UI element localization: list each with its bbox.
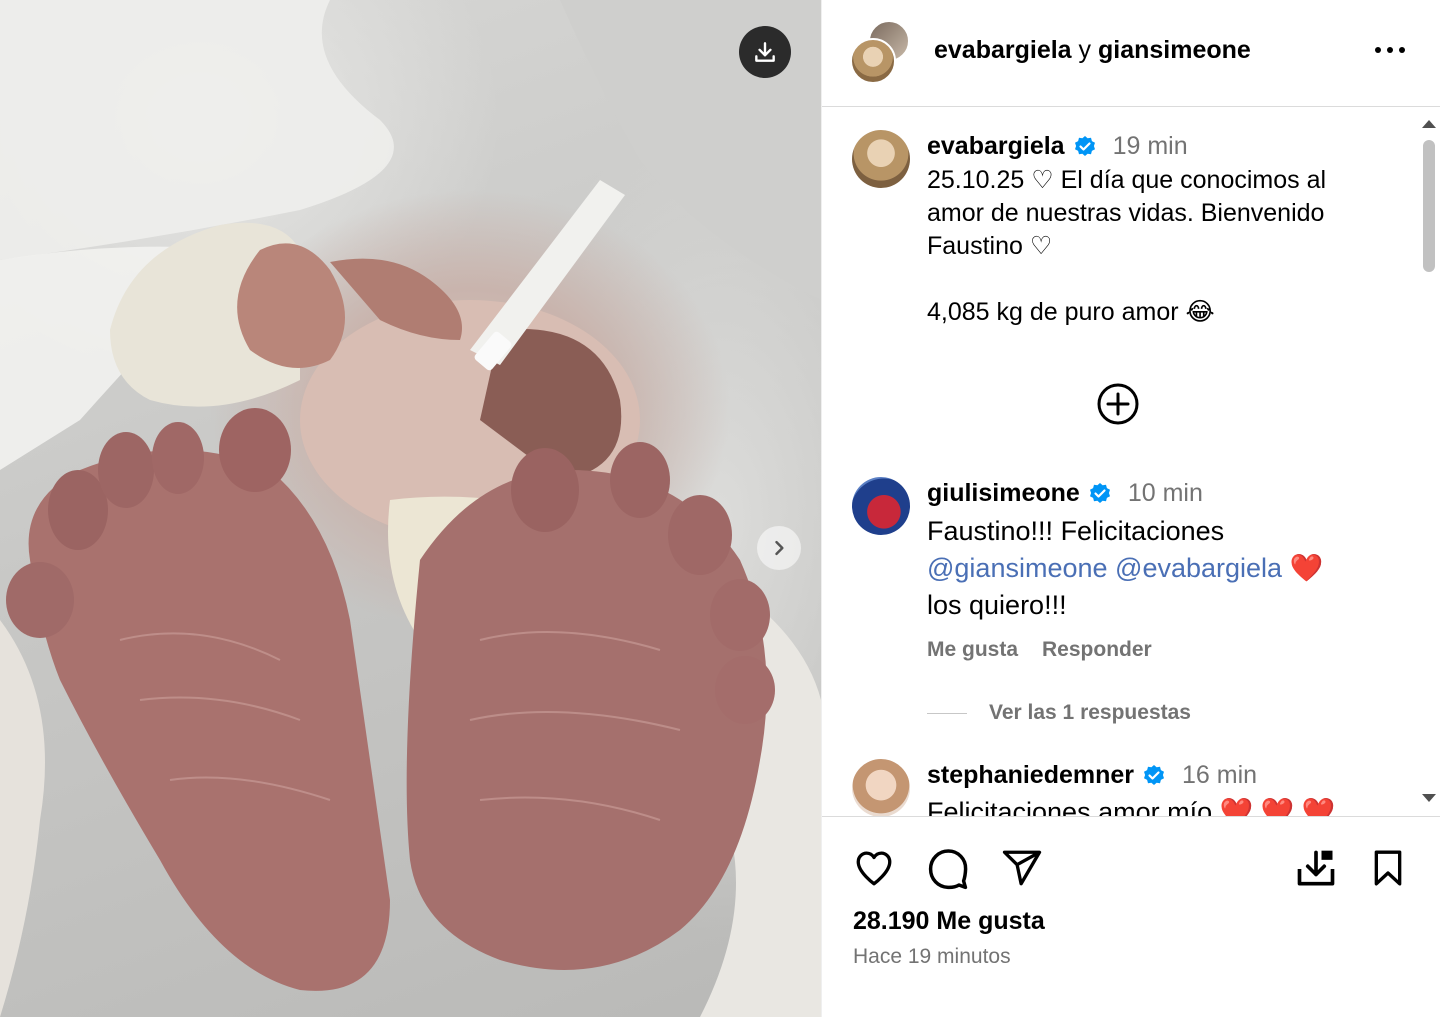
- bookmark-icon[interactable]: [1368, 847, 1408, 889]
- comments-scrollbar[interactable]: [1417, 108, 1440, 816]
- view-replies-label: Ver las 1 respuestas: [989, 701, 1191, 724]
- caption-line: Faustino ♡: [927, 232, 1053, 260]
- baby-feet-image: [0, 0, 821, 1017]
- comment-time: 10 min: [1127, 479, 1203, 507]
- comment-line: @giansimeone @evabargiela ❤️: [927, 550, 1323, 587]
- reply-button[interactable]: Responder: [1042, 638, 1152, 662]
- mention-link[interactable]: @giansimeone: [927, 553, 1108, 583]
- verified-icon: [1144, 764, 1165, 785]
- post-timestamp: Hace 19 minutos: [853, 945, 1011, 968]
- comments-list[interactable]: evabargiela 19 min 25.10.25 ♡ El día que…: [822, 108, 1417, 816]
- heart-icon[interactable]: [852, 847, 896, 889]
- comment-line: Felicitaciones amor mío ❤️ ❤️ ❤️: [927, 797, 1336, 816]
- username-evabargiela[interactable]: evabargiela: [934, 36, 1072, 64]
- comment-text: Felicitaciones amor mío ❤️ ❤️ ❤️: [927, 796, 1335, 816]
- avatar-evabargiela[interactable]: [850, 38, 896, 84]
- caption-author: evabargiela 19 min: [927, 132, 1188, 161]
- caption-line: 25.10.25 ♡ El día que conocimos al: [927, 166, 1327, 194]
- post-header: evabargiela y giansimeone: [822, 0, 1440, 107]
- view-replies-button[interactable]: Ver las 1 respuestas: [927, 701, 1191, 725]
- caption-line: amor de nuestras vidas. Bienvenido: [927, 199, 1325, 227]
- verified-icon: [1089, 482, 1110, 503]
- like-comment-button[interactable]: Me gusta: [927, 638, 1018, 662]
- comment-icon[interactable]: [926, 847, 970, 891]
- comment-time: 16 min: [1182, 761, 1258, 789]
- comment-username[interactable]: giulisimeone: [927, 479, 1080, 508]
- comment-text: Faustino!!! Felicitaciones @giansimeone …: [927, 513, 1323, 624]
- post-details-panel: evabargiela y giansimeone evabargiela 19…: [821, 0, 1440, 1017]
- avatar[interactable]: [852, 477, 910, 535]
- verified-icon: [1074, 135, 1095, 156]
- scrollbar-thumb[interactable]: [1423, 140, 1435, 272]
- more-options-icon: [1375, 47, 1405, 53]
- collab-avatars[interactable]: [850, 20, 914, 84]
- download-icon: [755, 42, 775, 62]
- caption-line: [927, 263, 1326, 296]
- avatar[interactable]: [852, 130, 910, 188]
- more-options-button[interactable]: [1370, 30, 1410, 70]
- comment-line: Faustino!!! Felicitaciones: [927, 516, 1225, 546]
- download-button[interactable]: [739, 26, 791, 78]
- collab-usernames: evabargiela y giansimeone: [934, 36, 1251, 65]
- next-photo-button[interactable]: [757, 526, 801, 570]
- post-actions-footer: 28.190 Me gusta Hace 19 minutos: [822, 816, 1440, 1017]
- comment-line: los quiero!!!: [927, 590, 1067, 620]
- add-circle-icon[interactable]: [1096, 382, 1140, 426]
- like-count[interactable]: 28.190 Me gusta: [853, 907, 1045, 936]
- mention-link[interactable]: @evabargiela: [1115, 553, 1282, 583]
- comment-actions: Me gusta Responder: [927, 638, 1152, 662]
- post-photo[interactable]: [0, 0, 821, 1017]
- scroll-down-arrow-icon[interactable]: [1420, 792, 1438, 804]
- caption-text: 25.10.25 ♡ El día que conocimos al amor …: [927, 164, 1326, 329]
- caption-username[interactable]: evabargiela: [927, 132, 1065, 161]
- replies-divider: [927, 712, 967, 714]
- caption-line: 4,085 kg de puro amor 😂: [927, 298, 1215, 326]
- connector-text: y: [1078, 36, 1092, 64]
- chevron-right-icon: [775, 540, 784, 556]
- save-download-icon[interactable]: [1294, 847, 1338, 891]
- comment-author: stephaniedemner 16 min: [927, 761, 1257, 790]
- comment-author: giulisimeone 10 min: [927, 479, 1203, 508]
- caption-time: 19 min: [1112, 132, 1188, 160]
- avatar[interactable]: [852, 759, 910, 816]
- username-giansimeone[interactable]: giansimeone: [1098, 36, 1251, 64]
- comment-username[interactable]: stephaniedemner: [927, 761, 1134, 790]
- scroll-up-arrow-icon[interactable]: [1420, 118, 1438, 130]
- heart-emoji: ❤️: [1289, 553, 1324, 583]
- send-icon[interactable]: [1000, 847, 1044, 889]
